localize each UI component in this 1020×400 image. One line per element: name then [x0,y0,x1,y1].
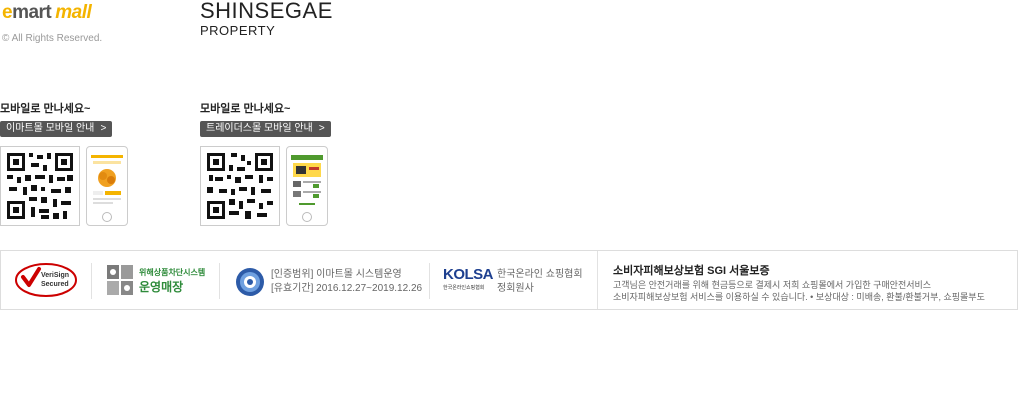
kolsa-member-text: 정회원사 [497,283,534,294]
traders-mobile-guide-button[interactable]: 트레이더스몰 모바일 안내 > [200,121,331,137]
emart-qr-code [0,146,80,226]
traders-mobile-guide-label: 트레이더스몰 모바일 안내 [206,123,313,134]
sgi-insurance-title[interactable]: 소비자피해보상보험 SGI 서울보증 [613,262,770,278]
emart-logo-e: e [2,2,13,23]
kolsa-logo-subtext: 한국온라인쇼핑협회 [443,285,485,291]
emart-logo-mall: mall [55,2,92,23]
shinsegae-logo-text[interactable]: SHINSEGAE [200,0,333,22]
phone-home-button-icon [102,212,112,222]
verisign-secured-label: Secured [41,281,69,288]
copyright-text: © All Rights Reserved. [2,33,103,44]
divider [219,263,220,299]
sgi-description-line2: 소비자피해보상보험 서비스를 이용하실 수 있습니다. • 보상대상 : 미배송… [613,292,985,302]
hazard-label-line2: 운영매장 [139,280,184,294]
divider [91,263,92,299]
shinsegae-property-text: PROPERTY [200,23,276,38]
kolsa-logo-text: KOLSA [443,266,494,283]
phone-home-button-icon [302,212,312,222]
qr-code-icon [207,153,273,219]
certification-bar: VeriSign Secured 위해상품차단시스템 운영매장 [인증범위] 이… [0,250,1018,310]
emart-mall-logo[interactable]: emart mall [2,2,92,24]
emart-logo-mart: mart [12,2,52,23]
emart-mobile-guide-label: 이마트몰 모바일 안내 [6,123,95,134]
hazard-blocking-icon [107,265,133,295]
traders-qr-code [200,146,280,226]
isms-seal-graphic [236,268,264,296]
emart-mobile-guide-button[interactable]: 이마트몰 모바일 안내 > [0,121,113,137]
isms-validity-text: [유효기간] 2016.12.27~2019.12.26 [271,283,423,294]
verisign-secured-badge[interactable]: VeriSign Secured [15,263,77,297]
kolsa-association-text: 한국온라인 쇼핑협회 [497,269,583,280]
hazard-blocking-badge[interactable]: 위해상품차단시스템 운영매장 [107,265,207,297]
traders-phone-preview [286,146,328,226]
chevron-right-icon: > [318,123,325,134]
verisign-check-icon [15,263,77,297]
kolsa-logo[interactable]: KOLSA 한국온라인쇼핑협회 [443,266,494,298]
divider [597,251,598,309]
hazard-label-line1: 위해상품차단시스템 [139,268,206,277]
isms-seal-icon[interactable] [235,267,265,297]
mobile-title-emart: 모바일로 만나세요~ [0,103,91,115]
isms-scope-text: [인증범위] 이마트몰 시스템운영 [271,269,402,280]
mobile-title-traders: 모바일로 만나세요~ [200,103,291,115]
qr-code-icon [7,153,73,219]
divider [429,263,430,299]
verisign-label: VeriSign [41,272,70,279]
emart-mobile-screen-thumbnail [91,153,123,211]
emart-phone-preview [86,146,128,226]
chevron-right-icon: > [100,123,107,134]
traders-mobile-screen-thumbnail [291,153,323,211]
